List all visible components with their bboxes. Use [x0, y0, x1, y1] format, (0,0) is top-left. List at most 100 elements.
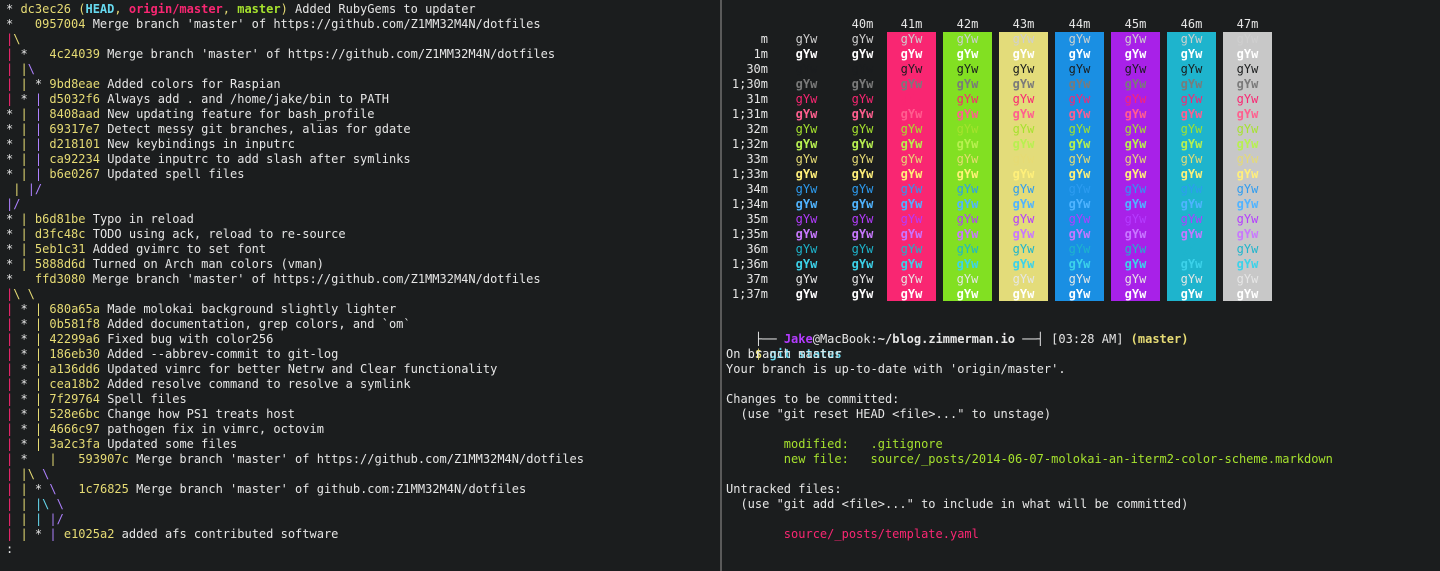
- git-log-segment: [28, 497, 35, 511]
- color-sample: gYw: [795, 227, 818, 241]
- left-terminal-pane[interactable]: * dc3ec26 (HEAD, origin/master, master) …: [0, 0, 720, 571]
- color-sample: gYw: [795, 197, 818, 211]
- color-sample: gYw: [1236, 257, 1259, 271]
- commit-hash: d5032f6: [49, 92, 100, 106]
- git-log-segment: Merge branch 'master' of github.com:Z1MM…: [128, 482, 527, 496]
- commit-hash: 7f29764: [49, 392, 100, 406]
- color-sample: gYw: [1180, 137, 1203, 151]
- git-log-segment: \: [13, 32, 21, 46]
- git-log-segment: *: [6, 212, 21, 226]
- color-sample: gYw: [900, 197, 923, 211]
- color-sample: gYw: [1012, 152, 1035, 166]
- commit-hash: 3a2c3fa: [49, 437, 100, 451]
- git-log-line: * | 5eb1c31 Added gvimrc to set font: [6, 242, 266, 257]
- right-terminal-pane[interactable]: 40m 41m 42m 43m 44m 45m 46m 47m m gYw gYw gYw gYw gYw…: [722, 0, 1440, 571]
- git-log-segment: master: [237, 2, 281, 16]
- fg-color-label: 1m: [753, 47, 768, 61]
- git-log-segment: *: [13, 317, 35, 331]
- color-sample: gYw: [851, 227, 874, 241]
- git-log-segment: [28, 227, 35, 241]
- git-log-segment: :: [6, 542, 14, 556]
- git-log-segment: pathogen fix in vimrc, octovim: [99, 422, 324, 436]
- git-log-segment: |: [20, 512, 28, 526]
- git-log-line: | * | 3a2c3fa Updated some files: [6, 437, 237, 452]
- color-sample: gYw: [900, 257, 923, 271]
- bg-color-header: 40m: [851, 17, 874, 31]
- color-sample: gYw: [851, 92, 874, 106]
- git-log-segment: |/: [49, 512, 64, 526]
- git-status-line: Untracked files:: [726, 482, 842, 496]
- git-log-segment: *: [6, 2, 21, 16]
- git-log-segment: *: [27, 77, 50, 91]
- fg-color-label: 1;31m: [731, 107, 768, 121]
- git-log-segment: [28, 257, 35, 271]
- commit-hash: dc3ec26: [20, 2, 72, 16]
- git-log-segment: Added gvimrc to set font: [85, 242, 267, 256]
- git-log-segment: |: [20, 527, 28, 541]
- fg-color-label: 37m: [746, 272, 768, 286]
- color-sample: gYw: [1012, 77, 1035, 91]
- git-log-line: * | | 69317e7 Detect messy git branches,…: [6, 122, 411, 137]
- color-sample: gYw: [900, 77, 923, 91]
- color-sample: gYw: [795, 122, 818, 136]
- bg-color-header: 42m: [956, 17, 979, 31]
- color-sample: gYw: [1124, 212, 1147, 226]
- color-sample: gYw: [795, 182, 818, 196]
- fg-color-label: 31m: [746, 92, 768, 106]
- color-sample: gYw: [900, 152, 923, 166]
- color-sample: gYw: [1012, 137, 1035, 151]
- command-line[interactable]: $ git status: [726, 332, 842, 361]
- color-sample: gYw: [1236, 227, 1259, 241]
- git-log-segment: [28, 242, 35, 256]
- color-sample: gYw: [795, 92, 818, 106]
- git-log-segment: [28, 122, 35, 136]
- commit-hash: b6e0267: [49, 167, 100, 181]
- git-status-line: new file: source/_posts/2014-06-07-molok…: [726, 452, 1333, 466]
- git-log-line: | * | 593907c Merge branch 'master' of h…: [6, 452, 584, 467]
- color-sample: gYw: [1068, 92, 1091, 106]
- fg-color-label: 34m: [746, 182, 768, 196]
- color-sample: gYw: [851, 182, 874, 196]
- color-sample: gYw: [1236, 197, 1259, 211]
- color-sample: gYw: [851, 77, 874, 91]
- git-log-segment: Merge branch 'master' of https://github.…: [99, 47, 556, 61]
- commit-hash: 69317e7: [49, 122, 100, 136]
- color-sample: gYw: [1180, 152, 1203, 166]
- color-sample: gYw: [900, 287, 923, 301]
- git-log-line: * ffd3080 Merge branch 'master' of https…: [6, 272, 541, 287]
- git-status-line: On branch master: [726, 347, 842, 361]
- color-sample: gYw: [1068, 167, 1091, 181]
- color-sample: gYw: [795, 272, 818, 286]
- git-log-segment: Updated vimrc for better Netrw and Clear…: [99, 362, 498, 376]
- commit-hash: 8408aad: [49, 107, 100, 121]
- bg-color-header: 41m: [900, 17, 923, 31]
- fg-color-label: 1;32m: [731, 137, 768, 151]
- commit-hash: 680a65a: [49, 302, 100, 316]
- color-sample: gYw: [1124, 257, 1147, 271]
- color-sample: gYw: [851, 212, 874, 226]
- git-log-line: | |/: [6, 182, 42, 197]
- color-sample: gYw: [1236, 92, 1259, 106]
- color-sample: gYw: [900, 47, 923, 61]
- git-log-segment: [28, 137, 35, 151]
- color-sample: gYw: [1068, 137, 1091, 151]
- commit-hash: 5eb1c31: [34, 242, 86, 256]
- commit-hash: 593907c: [78, 452, 129, 466]
- git-log-segment: *: [13, 47, 50, 61]
- git-log-line: | | * | e1025a2 added afs contributed so…: [6, 527, 338, 542]
- git-log-line: | * | d5032f6 Always add . and /home/jak…: [6, 92, 389, 107]
- git-status-line: Changes to be committed:: [726, 392, 900, 406]
- color-sample: gYw: [1124, 287, 1147, 301]
- git-log-segment: Turned on Arch man colors (vman): [85, 257, 324, 271]
- git-log-segment: Merge branch 'master' of https://github.…: [85, 272, 541, 286]
- commit-hash: e1025a2: [63, 527, 115, 541]
- color-sample: gYw: [851, 287, 874, 301]
- fg-color-label: 35m: [746, 212, 768, 226]
- color-sample: gYw: [795, 152, 818, 166]
- git-log-segment: Updated spell files: [99, 167, 245, 181]
- git-log-segment: New updating feature for bash_profile: [99, 107, 375, 121]
- git-log-segment: |: [20, 107, 28, 121]
- color-sample: gYw: [956, 152, 979, 166]
- commit-hash: 1c76825: [78, 482, 129, 496]
- color-sample: gYw: [1180, 92, 1203, 106]
